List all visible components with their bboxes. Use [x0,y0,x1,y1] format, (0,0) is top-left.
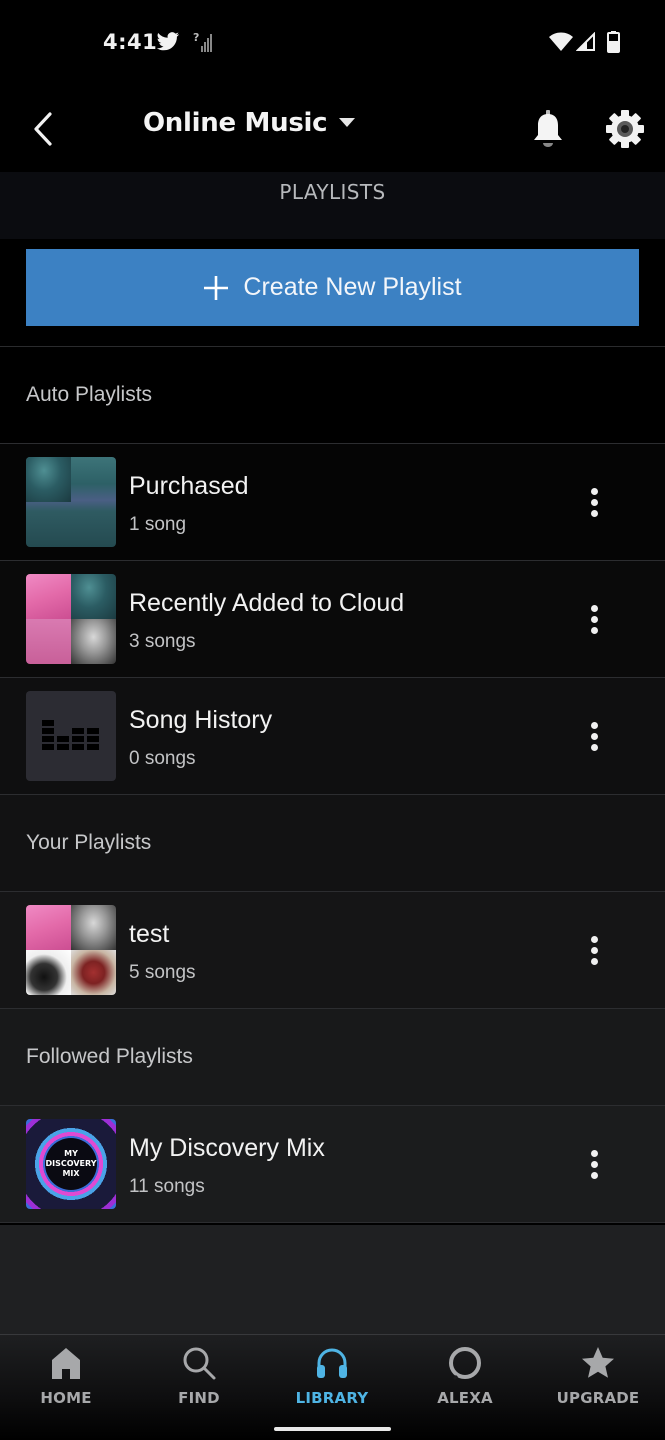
tab-playlists-label: PLAYLISTS [279,180,386,204]
playlist-title: Song History [129,706,273,734]
cell-signal-icon [576,32,595,51]
home-indicator-bar[interactable] [274,1427,391,1431]
playlist-song-count: 0 songs [129,748,196,769]
playlist-song-count: 1 song [129,514,187,535]
playlist-row-song-history[interactable]: Song History 0 songs [0,678,665,795]
alexa-ring-icon [449,1347,481,1381]
playlist-thumbnail [26,905,116,995]
section-header-followed-playlists: Followed Playlists [0,1009,665,1106]
playlist-thumbnail [26,691,116,781]
caret-down-icon [339,118,356,127]
more-options-icon[interactable] [580,716,608,756]
equalizer-icon [42,720,99,750]
create-playlist-area: Create New Playlist [0,239,665,347]
more-options-icon[interactable] [580,599,608,639]
empty-space [0,1225,665,1335]
create-new-playlist-label: Create New Playlist [243,273,462,301]
page-title: Online Music [143,108,328,138]
battery-icon [607,31,620,53]
playlist-title: Purchased [129,472,249,500]
bell-icon[interactable] [530,108,566,150]
library-source-dropdown[interactable]: Online Music [143,108,356,138]
chevron-left-icon[interactable] [30,111,60,147]
playlist-row-recently-added[interactable]: Recently Added to Cloud 3 songs [0,561,665,678]
more-options-icon[interactable] [580,1144,608,1184]
playlist-thumbnail: MY DISCOVERY MIX [26,1119,116,1209]
no-signal-icon: ? [193,31,212,52]
svg-text:?: ? [193,31,199,44]
playlist-title: Recently Added to Cloud [129,589,405,617]
more-options-icon[interactable] [580,930,608,970]
playlists-tab-header: PLAYLISTS [0,172,665,239]
playlist-thumbnail [26,574,116,664]
section-header-your-playlists: Your Playlists [0,795,665,892]
nav-upgrade[interactable]: UPGRADE [543,1345,653,1415]
playlist-list: Auto Playlists Purchased 1 song Recently… [0,347,665,1223]
gear-icon[interactable] [604,108,646,150]
discovery-mix-cover-text: MY DISCOVERY MIX [45,1138,97,1190]
playlist-title: My Discovery Mix [129,1134,325,1162]
playlist-row-test[interactable]: test 5 songs [0,892,665,1009]
playlist-song-count: 11 songs [129,1176,205,1197]
nav-find[interactable]: FIND [144,1345,254,1415]
nav-library[interactable]: LIBRARY [277,1345,387,1415]
playlist-row-purchased[interactable]: Purchased 1 song [0,444,665,561]
section-header-auto-playlists: Auto Playlists [0,347,665,444]
status-bar: 4:41 ? [0,0,665,86]
headphones-icon [317,1348,347,1378]
bottom-navigation: HOME FIND LIBRARY ALEXA UPGRADE [0,1334,665,1440]
playlist-title: test [129,920,170,948]
playlist-thumbnail [26,457,116,547]
plus-icon [204,275,229,300]
playlist-row-my-discovery-mix[interactable]: MY DISCOVERY MIX My Discovery Mix 11 son… [0,1106,665,1223]
nav-home[interactable]: HOME [11,1345,121,1415]
search-icon [183,1347,216,1380]
create-new-playlist-button[interactable]: Create New Playlist [26,249,639,326]
playlist-song-count: 3 songs [129,631,196,652]
home-icon [52,1348,80,1379]
star-icon [582,1347,614,1378]
twitter-icon [156,32,179,51]
playlist-song-count: 5 songs [129,962,196,983]
status-time: 4:41 [103,30,158,54]
more-options-icon[interactable] [580,482,608,522]
nav-alexa[interactable]: ALEXA [410,1345,520,1415]
wifi-icon [549,32,573,51]
app-bar: Online Music [0,86,665,172]
